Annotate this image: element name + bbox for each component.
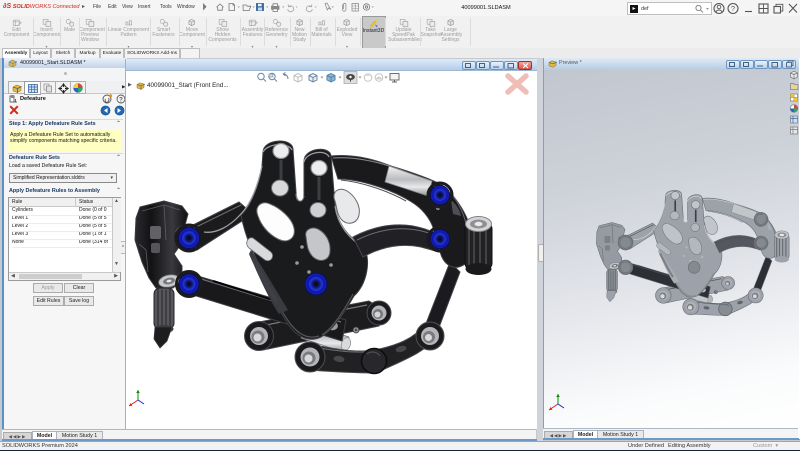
svg-text:?: ? (119, 96, 123, 103)
svg-text:?: ? (731, 4, 735, 13)
